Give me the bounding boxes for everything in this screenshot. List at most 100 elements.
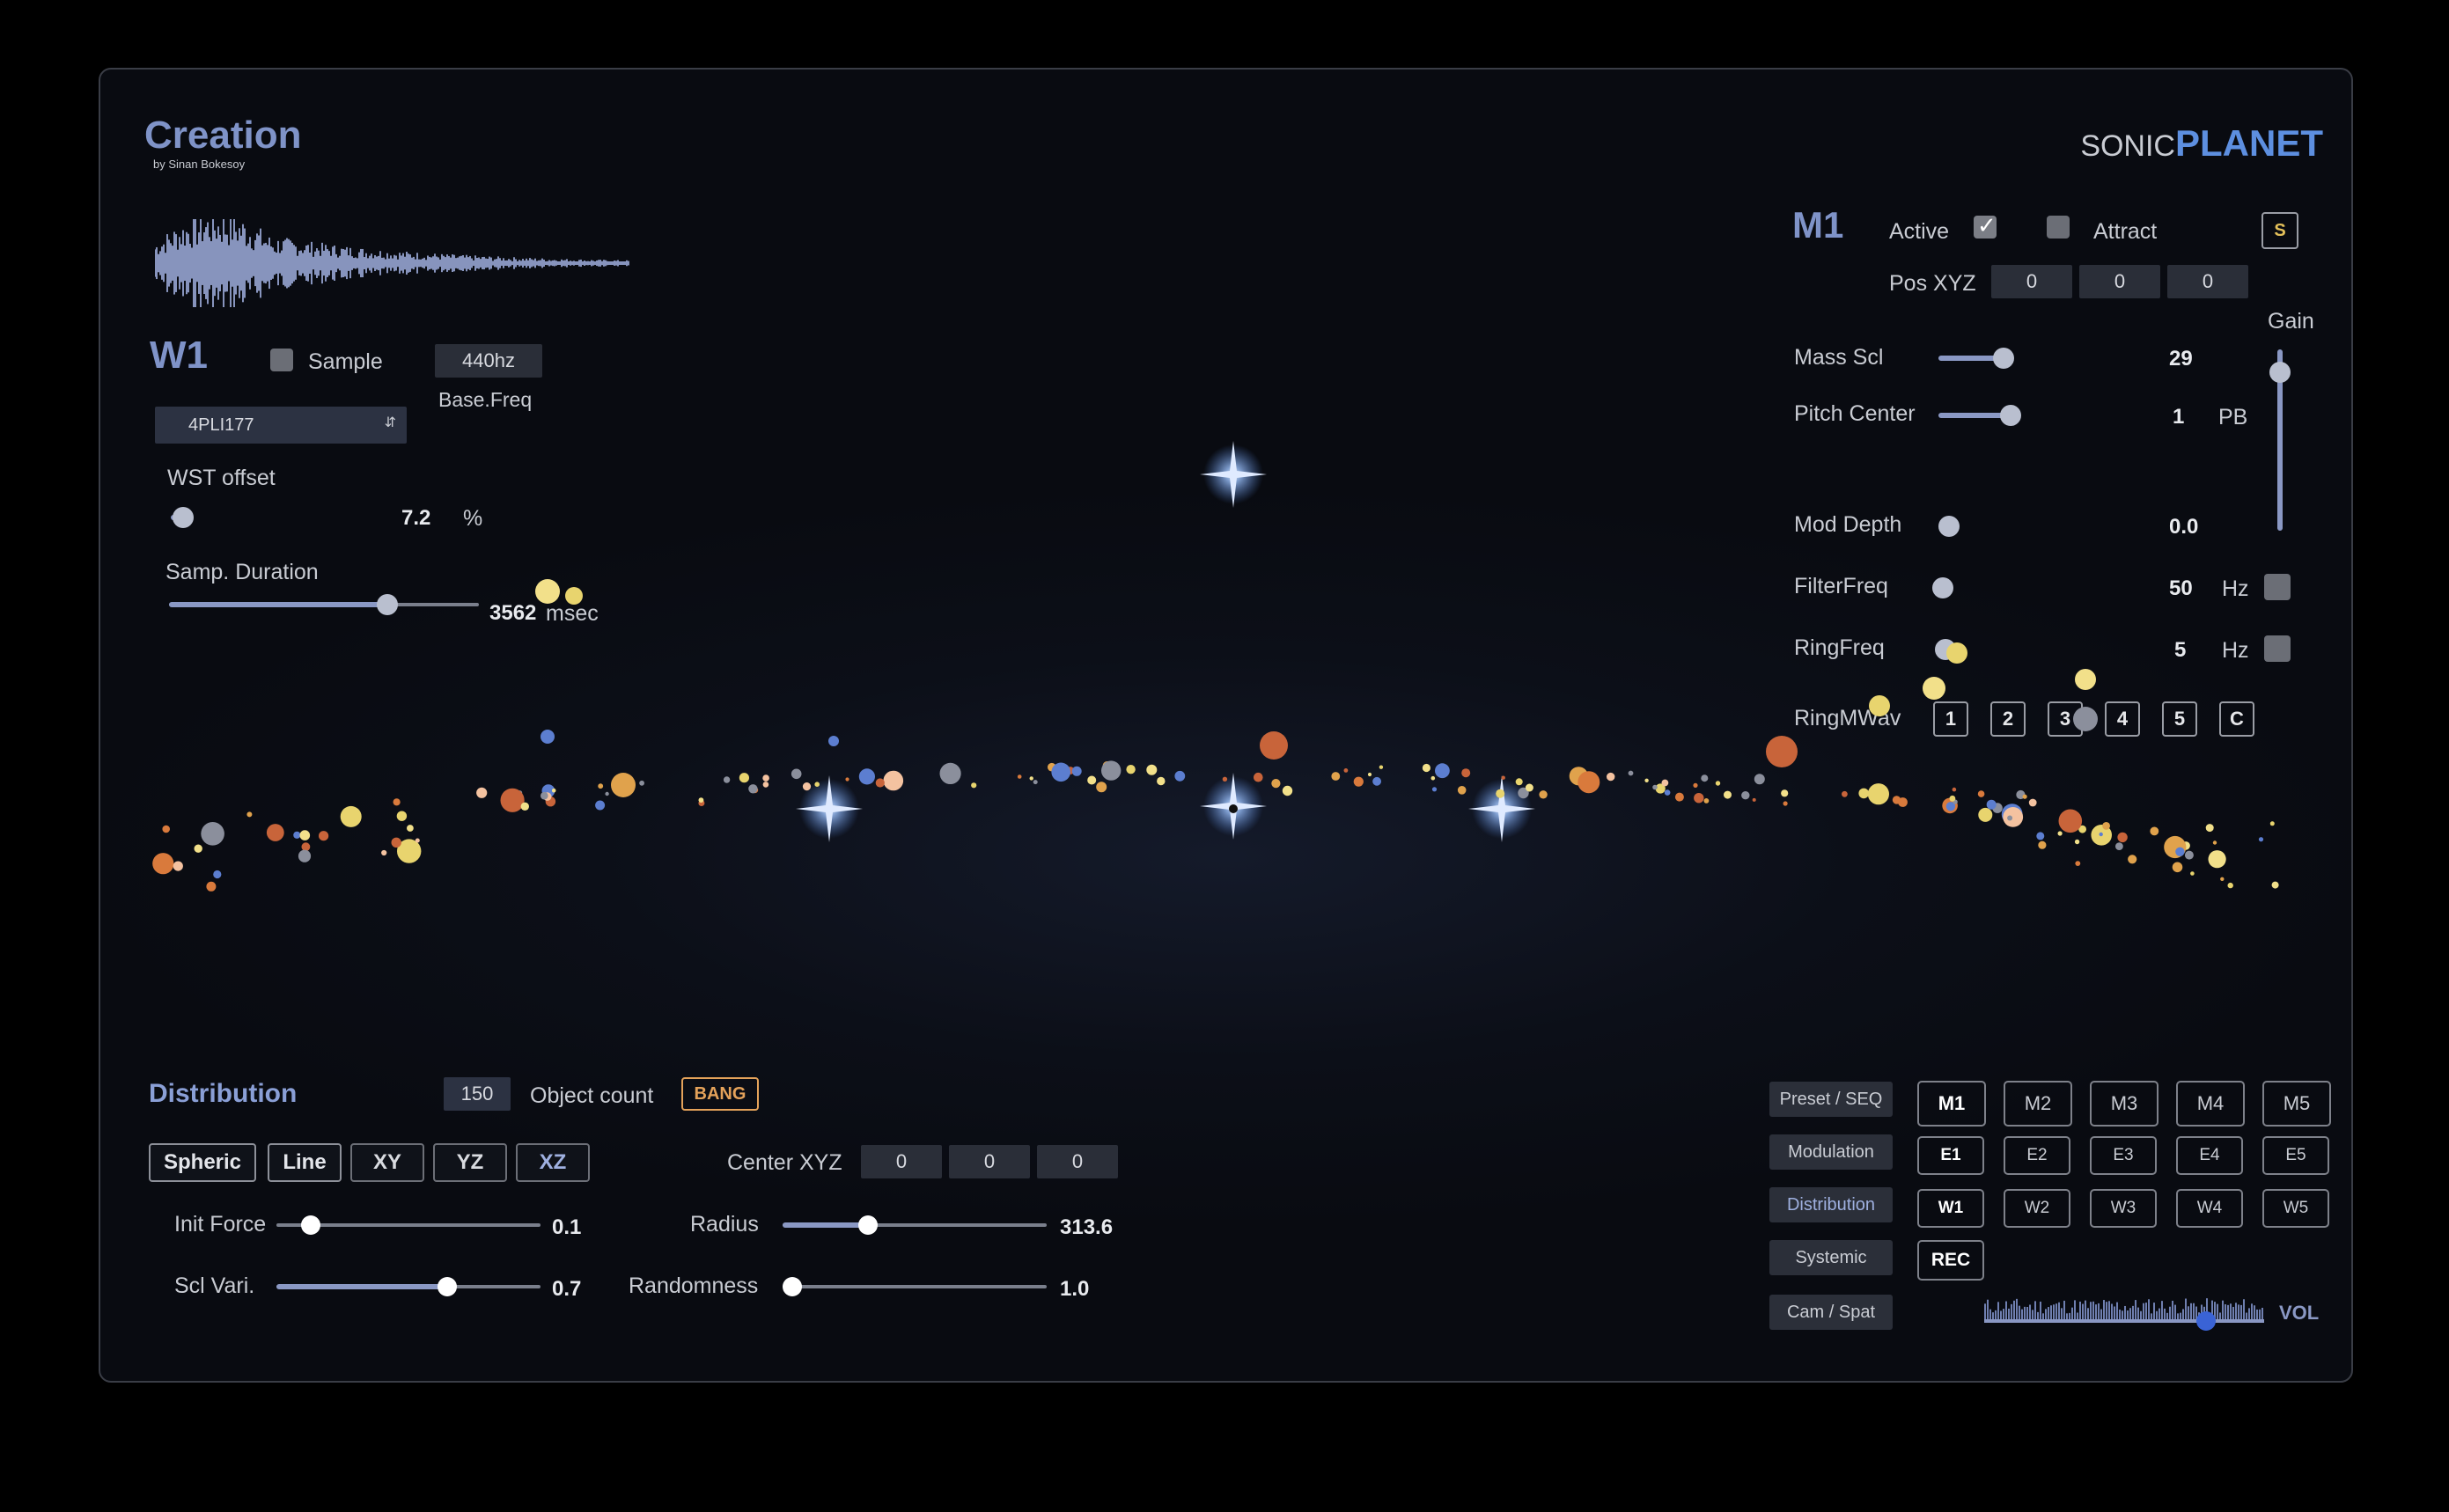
- w1-button[interactable]: W1: [1917, 1189, 1984, 1228]
- e1-button[interactable]: E1: [1917, 1136, 1984, 1175]
- star-glow-3[interactable]: [1200, 773, 1267, 840]
- shape-yz-button[interactable]: YZ: [433, 1143, 507, 1182]
- particle: [173, 861, 183, 871]
- particle: [299, 830, 311, 840]
- particle: [883, 770, 904, 791]
- m3-button[interactable]: M3: [2090, 1081, 2159, 1127]
- cam-spat-button[interactable]: Cam / Spat: [1769, 1295, 1893, 1330]
- mass-scl-knob[interactable]: [1993, 348, 2014, 369]
- m5-button[interactable]: M5: [2262, 1081, 2331, 1127]
- distribution-nav-button[interactable]: Distribution: [1769, 1187, 1893, 1222]
- particle: [415, 838, 420, 843]
- particle: [748, 784, 758, 794]
- solo-button[interactable]: S: [2261, 212, 2298, 249]
- w5-button[interactable]: W5: [2262, 1189, 2329, 1228]
- particle: [1367, 772, 1372, 777]
- particle: [319, 831, 329, 841]
- particle: [1842, 790, 1848, 797]
- scl-vari-knob[interactable]: [438, 1277, 457, 1296]
- e2-button[interactable]: E2: [2004, 1136, 2070, 1175]
- particle: [194, 844, 202, 853]
- star-glow-4[interactable]: [1468, 775, 1535, 842]
- e3-button[interactable]: E3: [2090, 1136, 2157, 1175]
- particle: [1652, 784, 1658, 790]
- particle: [520, 802, 529, 811]
- radius-slider[interactable]: [783, 1214, 1047, 1237]
- base-freq-field[interactable]: 440hz: [435, 344, 542, 378]
- particle: [1952, 787, 1957, 792]
- e5-button[interactable]: E5: [2262, 1136, 2329, 1175]
- particle: [2028, 798, 2037, 807]
- pos-z-field[interactable]: 0: [2167, 265, 2248, 298]
- randomness-slider[interactable]: [783, 1275, 1047, 1298]
- particle: [500, 788, 525, 812]
- randomness-value: 1.0: [1060, 1277, 1090, 1301]
- particle: [1693, 782, 1698, 788]
- attract-checkbox[interactable]: [2047, 216, 2070, 239]
- particle: [1501, 775, 1505, 780]
- e4-button[interactable]: E4: [2176, 1136, 2243, 1175]
- brand-sonic: SONIC: [2080, 129, 2175, 163]
- object-count-field[interactable]: 150: [444, 1077, 511, 1111]
- particle: [1126, 765, 1136, 774]
- particle: [1496, 789, 1505, 798]
- particle: [1096, 782, 1107, 793]
- particle-large: [565, 587, 583, 605]
- center-y-field[interactable]: 0: [949, 1145, 1030, 1178]
- app-title: Creation: [144, 114, 302, 157]
- w3-button[interactable]: W3: [2090, 1189, 2157, 1228]
- particle: [858, 768, 876, 785]
- particle: [639, 780, 644, 786]
- particle: [1515, 778, 1523, 786]
- rec-button[interactable]: REC: [1917, 1240, 1984, 1281]
- init-force-knob[interactable]: [301, 1215, 320, 1235]
- volume-knob[interactable]: [2196, 1311, 2216, 1331]
- particle: [1372, 776, 1381, 786]
- mass-scl-slider[interactable]: [1938, 348, 2016, 369]
- m2-button[interactable]: M2: [2004, 1081, 2072, 1127]
- particle-large: [1766, 736, 1798, 767]
- init-force-value: 0.1: [552, 1215, 582, 1239]
- w2-button[interactable]: W2: [2004, 1189, 2070, 1228]
- systemic-button[interactable]: Systemic: [1769, 1240, 1893, 1275]
- particle: [1457, 786, 1467, 795]
- center-z-field[interactable]: 0: [1037, 1145, 1118, 1178]
- particle: [1986, 799, 1997, 810]
- particle: [2190, 871, 2195, 876]
- particle: [2074, 839, 2080, 845]
- radius-knob[interactable]: [858, 1215, 878, 1235]
- distribution-title: Distribution: [149, 1079, 298, 1108]
- preset-seq-button[interactable]: Preset / SEQ: [1769, 1082, 1893, 1117]
- active-checkbox[interactable]: ✓: [1974, 212, 1997, 239]
- randomness-knob[interactable]: [783, 1277, 802, 1296]
- center-x-field[interactable]: 0: [861, 1145, 942, 1178]
- pos-xyz-label: Pos XYZ: [1889, 271, 1976, 296]
- star-glow-1[interactable]: [1200, 441, 1267, 508]
- pos-y-field[interactable]: 0: [2079, 265, 2160, 298]
- radius-label: Radius: [690, 1212, 759, 1237]
- volume-meter[interactable]: [1984, 1286, 2266, 1339]
- vol-label: VOL: [2279, 1302, 2320, 1324]
- mass-scl-label: Mass Scl: [1794, 345, 1884, 370]
- modulation-button[interactable]: Modulation: [1769, 1134, 1893, 1170]
- particle: [1071, 766, 1082, 776]
- shape-line-button[interactable]: Line: [268, 1143, 342, 1182]
- scl-vari-slider[interactable]: [276, 1275, 541, 1298]
- init-force-label: Init Force: [174, 1212, 267, 1237]
- particle: [2057, 831, 2063, 836]
- particle: [340, 805, 362, 827]
- m4-button[interactable]: M4: [2176, 1081, 2245, 1127]
- bang-button[interactable]: BANG: [681, 1077, 759, 1111]
- m1-button[interactable]: M1: [1917, 1081, 1986, 1127]
- pos-x-field[interactable]: 0: [1991, 265, 2072, 298]
- particle: [393, 798, 401, 806]
- w4-button[interactable]: W4: [2176, 1189, 2243, 1228]
- sample-checkbox[interactable]: [270, 349, 293, 371]
- mass-scl-value: 29: [2169, 347, 2193, 371]
- particle: [1271, 779, 1281, 789]
- init-force-slider[interactable]: [276, 1214, 541, 1237]
- particle: [1715, 781, 1721, 786]
- shape-spheric-button[interactable]: Spheric: [149, 1143, 256, 1182]
- shape-xy-button[interactable]: XY: [350, 1143, 424, 1182]
- shape-xz-button[interactable]: XZ: [516, 1143, 590, 1182]
